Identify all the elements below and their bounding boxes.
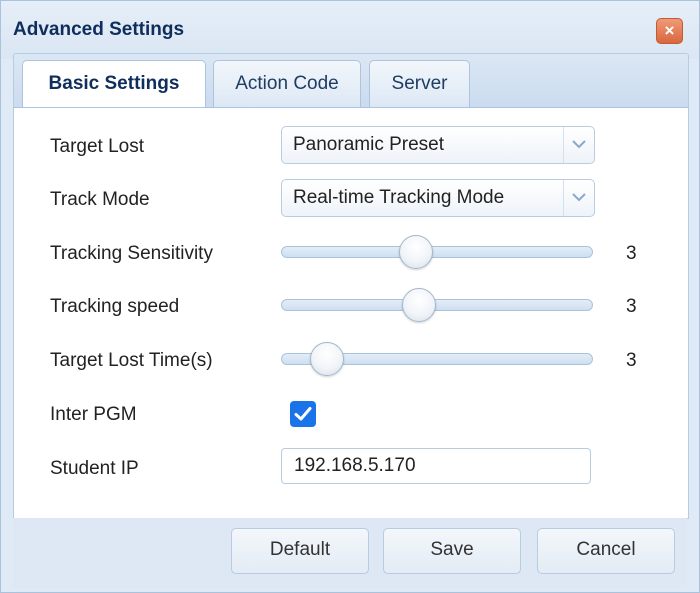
tab-action-code[interactable]: Action Code <box>213 60 361 107</box>
close-button[interactable]: × <box>656 18 683 44</box>
dialog-titlebar: Advanced Settings × <box>1 1 699 59</box>
cancel-button[interactable]: Cancel <box>537 528 675 574</box>
track-mode-select[interactable]: Real-time Tracking Mode <box>281 179 595 217</box>
default-button[interactable]: Default <box>231 528 369 574</box>
dialog-title: Advanced Settings <box>13 19 185 40</box>
chevron-down-icon <box>572 140 586 149</box>
target-lost-select[interactable]: Panoramic Preset <box>281 126 595 164</box>
track-mode-value: Real-time Tracking Mode <box>293 187 505 208</box>
target-lost-value: Panoramic Preset <box>293 134 445 155</box>
close-icon: × <box>664 21 675 40</box>
basic-settings-panel: Target Lost Panoramic Preset Track Mode … <box>13 107 689 519</box>
tracking-speed-label: Tracking speed <box>50 296 180 317</box>
chevron-down-icon <box>572 193 586 202</box>
tracking-sensitivity-label: Tracking Sensitivity <box>50 243 213 264</box>
tracking-sensitivity-slider[interactable] <box>281 235 593 269</box>
dialog-footer: Default Save Cancel <box>13 518 687 588</box>
student-ip-input[interactable]: 192.168.5.170 <box>281 448 591 484</box>
target-lost-label: Target Lost <box>50 136 144 157</box>
tab-bar: Basic Settings Action Code Server <box>13 53 689 109</box>
track-mode-label: Track Mode <box>50 189 150 210</box>
inter-pgm-label: Inter PGM <box>50 404 137 425</box>
tracking-sensitivity-slider-handle[interactable] <box>398 235 433 269</box>
save-button[interactable]: Save <box>383 528 521 574</box>
tracking-speed-slider[interactable] <box>281 288 593 322</box>
target-lost-time-slider[interactable] <box>281 342 593 376</box>
target-lost-time-label: Target Lost Time(s) <box>50 350 213 371</box>
advanced-settings-dialog: Advanced Settings × Basic Settings Actio… <box>0 0 700 593</box>
tab-server[interactable]: Server <box>369 60 470 107</box>
tracking-speed-value: 3 <box>626 296 637 317</box>
target-lost-dropdown-arrow[interactable] <box>563 127 594 163</box>
student-ip-label: Student IP <box>50 458 139 479</box>
checkmark-icon <box>294 407 312 421</box>
track-mode-dropdown-arrow[interactable] <box>563 180 594 216</box>
target-lost-time-slider-handle[interactable] <box>309 342 344 376</box>
inter-pgm-checkbox[interactable] <box>290 401 316 427</box>
tracking-sensitivity-value: 3 <box>626 243 637 264</box>
target-lost-time-value: 3 <box>626 350 637 371</box>
tracking-speed-slider-handle[interactable] <box>401 288 436 322</box>
tab-basic-settings[interactable]: Basic Settings <box>22 60 206 109</box>
